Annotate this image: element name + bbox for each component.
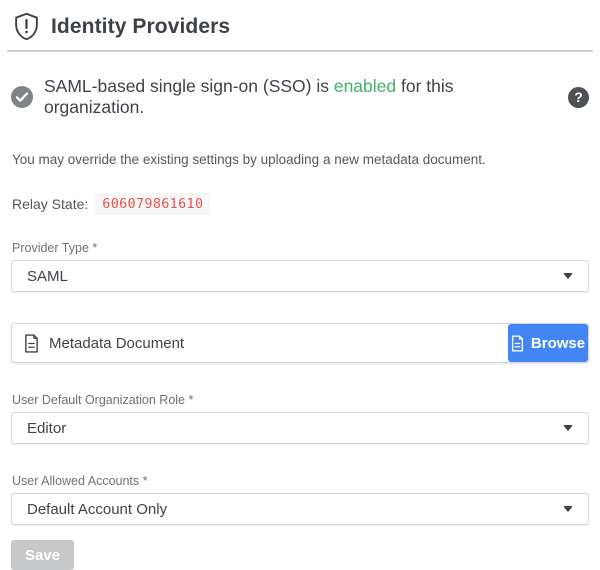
chevron-down-icon (563, 425, 573, 431)
document-icon (24, 334, 39, 353)
provider-type-field: Provider Type * SAML (11, 241, 589, 292)
org-role-value: Editor (27, 420, 66, 437)
chevron-down-icon (563, 273, 573, 279)
header-divider (7, 50, 593, 52)
sso-status-text: SAML-based single sign-on (SSO) is enabl… (44, 76, 557, 118)
question-circle-icon[interactable]: ? (568, 87, 589, 108)
relay-state-value: 606079861610 (95, 193, 210, 215)
shield-exclamation-icon (13, 12, 40, 41)
relay-state-row: Relay State: 606079861610 (12, 193, 589, 215)
page-header: Identity Providers (11, 10, 589, 41)
override-description: You may override the existing settings b… (12, 152, 589, 167)
org-role-label: User Default Organization Role * (12, 393, 589, 407)
allowed-accounts-field: User Allowed Accounts * Default Account … (11, 474, 589, 525)
save-button[interactable]: Save (11, 540, 74, 570)
page-title: Identity Providers (51, 15, 230, 39)
browse-button[interactable]: Browse (508, 324, 588, 362)
identity-providers-page: Identity Providers SAML-based single sig… (0, 0, 600, 570)
chevron-down-icon (563, 506, 573, 512)
org-role-field: User Default Organization Role * Editor (11, 393, 589, 444)
document-upload-icon (511, 335, 524, 352)
provider-type-select[interactable]: SAML (11, 260, 589, 292)
allowed-accounts-label: User Allowed Accounts * (12, 474, 589, 488)
metadata-document-drop-area[interactable]: Metadata Document (12, 324, 508, 362)
metadata-document-file-input[interactable]: Metadata Document Browse (11, 323, 589, 363)
status-enabled-highlight: enabled (334, 76, 396, 96)
sso-status-row: SAML-based single sign-on (SSO) is enabl… (11, 76, 589, 118)
allowed-accounts-select[interactable]: Default Account Only (11, 493, 589, 525)
metadata-document-placeholder: Metadata Document (49, 335, 184, 352)
allowed-accounts-value: Default Account Only (27, 501, 167, 518)
provider-type-label: Provider Type * (12, 241, 589, 255)
browse-button-label: Browse (531, 335, 585, 352)
relay-state-label: Relay State: (12, 196, 88, 212)
org-role-select[interactable]: Editor (11, 412, 589, 444)
provider-type-value: SAML (27, 268, 68, 285)
status-text-prefix: SAML-based single sign-on (SSO) is (44, 76, 334, 96)
check-circle-icon (11, 86, 33, 108)
